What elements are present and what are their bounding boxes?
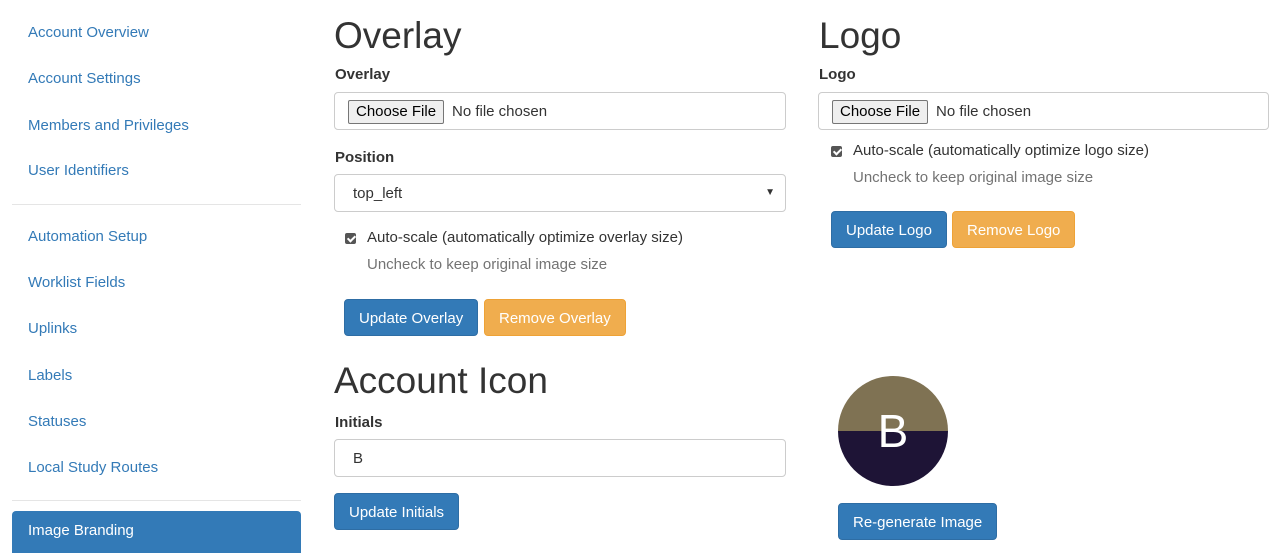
update-initials-button[interactable]: Update Initials (334, 493, 460, 530)
logo-file-input[interactable]: Choose File No file chosen (818, 92, 1269, 130)
position-select[interactable]: top_left ▼ (334, 174, 786, 212)
overlay-file-input[interactable]: Choose File No file chosen (334, 92, 786, 130)
sidebar-nav: Account Overview Account Settings Member… (12, 0, 301, 553)
logo-autoscale-help: Uncheck to keep original image size (853, 169, 1094, 186)
avatar-letter: B (877, 405, 909, 457)
account-avatar: B (838, 376, 948, 486)
sidebar-item-image-branding[interactable]: Image Branding (12, 511, 301, 553)
position-selected-value: top_left (353, 185, 403, 202)
sidebar-item-local-study-routes[interactable]: Local Study Routes (12, 448, 301, 488)
caret-down-icon: ▼ (765, 187, 775, 198)
sidebar-item-members-and-privileges[interactable]: Members and Privileges (12, 106, 301, 146)
initials-input-value: B (353, 450, 364, 467)
overlay-autoscale-label: Auto-scale (automatically optimize overl… (367, 229, 683, 246)
update-logo-button[interactable]: Update Logo (831, 211, 947, 248)
sidebar-item-account-settings[interactable]: Account Settings (12, 59, 301, 99)
overlay-autoscale-help: Uncheck to keep original image size (367, 256, 608, 273)
sidebar-item-labels[interactable]: Labels (12, 356, 301, 396)
sidebar-item-uplinks[interactable]: Uplinks (12, 309, 301, 349)
logo-heading: Logo (819, 15, 902, 56)
initials-input[interactable]: B (334, 439, 786, 477)
sidebar-divider (12, 204, 301, 205)
logo-choose-file-button[interactable]: Choose File (832, 100, 929, 124)
remove-overlay-button[interactable]: Remove Overlay (484, 299, 626, 336)
remove-logo-button[interactable]: Remove Logo (952, 211, 1076, 248)
initials-label: Initials (335, 414, 383, 431)
overlay-file-label: Overlay (335, 66, 391, 83)
logo-autoscale-checkbox[interactable] (831, 146, 842, 157)
overlay-choose-file-button[interactable]: Choose File (348, 100, 445, 124)
overlay-heading: Overlay (334, 15, 462, 56)
sidebar-item-automation-setup[interactable]: Automation Setup (12, 217, 301, 257)
position-label: Position (335, 149, 395, 166)
account-icon-heading: Account Icon (334, 360, 548, 401)
sidebar-item-worklist-fields[interactable]: Worklist Fields (12, 263, 301, 303)
logo-file-label: Logo (819, 66, 856, 83)
logo-autoscale-label: Auto-scale (automatically optimize logo … (853, 142, 1149, 159)
overlay-autoscale-checkbox[interactable] (345, 233, 356, 244)
update-overlay-button[interactable]: Update Overlay (344, 299, 479, 336)
sidebar-item-statuses[interactable]: Statuses (12, 402, 301, 442)
overlay-file-status: No file chosen (452, 103, 548, 120)
sidebar-item-user-identifiers[interactable]: User Identifiers (12, 151, 301, 191)
sidebar-divider (12, 500, 301, 501)
regenerate-image-button[interactable]: Re-generate Image (838, 503, 998, 540)
logo-file-status: No file chosen (936, 103, 1032, 120)
sidebar-item-account-overview[interactable]: Account Overview (12, 13, 301, 53)
